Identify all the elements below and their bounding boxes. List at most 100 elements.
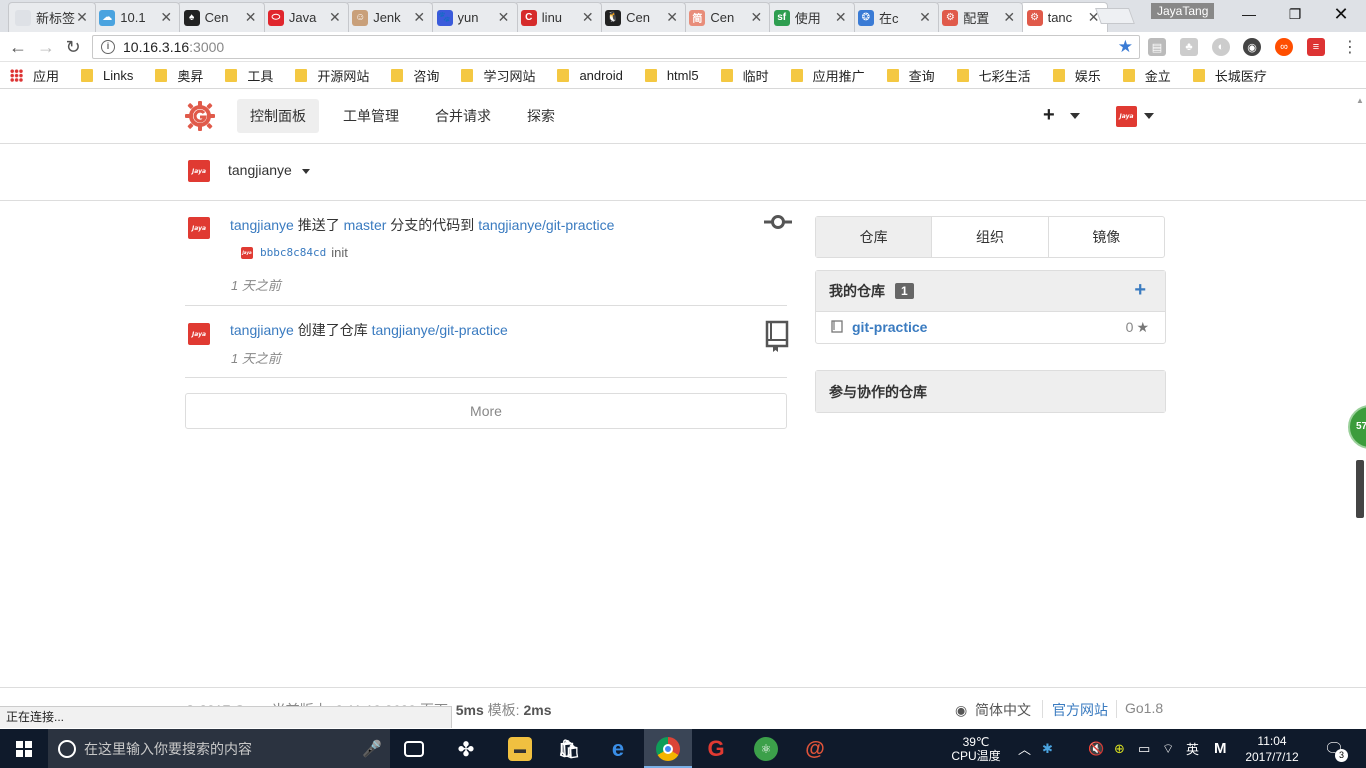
back-icon[interactable]: ← bbox=[8, 37, 28, 57]
tab-close-icon[interactable]: ✕ bbox=[581, 9, 595, 26]
tab-close-icon[interactable]: ✕ bbox=[75, 9, 89, 26]
browser-tab[interactable]: ♠ Cen ✕ bbox=[176, 2, 265, 32]
feed-user-link[interactable]: tangjianye bbox=[230, 217, 294, 233]
site-info-icon[interactable]: i bbox=[101, 40, 115, 54]
extension-eye-icon[interactable]: ◉ bbox=[1243, 38, 1261, 56]
language-selector[interactable]: ◉ 简体中文 bbox=[955, 700, 1031, 720]
nav-dashboard[interactable]: 控制面板 bbox=[237, 99, 319, 133]
tray-plus-icon[interactable]: ⊕ bbox=[1114, 729, 1125, 768]
commit-hash-link[interactable]: bbbc8c84cd bbox=[260, 246, 326, 259]
battery-icon[interactable]: ▭ bbox=[1138, 729, 1150, 768]
gogs-logo-icon[interactable] bbox=[185, 101, 215, 131]
browser-tab[interactable]: ❂ 在c ✕ bbox=[851, 2, 939, 32]
profile-name[interactable]: JayaTang bbox=[1151, 3, 1215, 19]
browser-tab[interactable]: ☺ Jenk ✕ bbox=[345, 2, 434, 32]
browser-tab[interactable]: 新标签页✕ bbox=[8, 2, 96, 32]
minimize-icon[interactable]: — bbox=[1226, 0, 1272, 28]
tab-close-icon[interactable]: ✕ bbox=[412, 9, 426, 26]
tab-mirrors[interactable]: 镜像 bbox=[1047, 217, 1164, 257]
feed-repo-link[interactable]: tangjianye/git-practice bbox=[372, 322, 508, 338]
user-avatar[interactable]: Jaya bbox=[1116, 106, 1137, 127]
official-site-link[interactable]: 官方网站 bbox=[1052, 700, 1108, 720]
browser-tab[interactable]: 🐧 Cen ✕ bbox=[598, 2, 687, 32]
forward-icon[interactable]: → bbox=[36, 37, 56, 57]
ime-indicator[interactable]: 英 bbox=[1186, 729, 1199, 768]
bookmark-folder[interactable]: 查询 bbox=[886, 66, 935, 85]
extension-todo-icon[interactable]: ≡ bbox=[1307, 38, 1325, 56]
feed-branch-link[interactable]: master bbox=[344, 217, 387, 233]
tab-close-icon[interactable]: ✕ bbox=[918, 9, 932, 26]
tab-close-icon[interactable]: ✕ bbox=[497, 9, 511, 26]
task-view-icon[interactable] bbox=[404, 741, 424, 757]
bookmark-folder[interactable]: 长城医疗 bbox=[1192, 66, 1267, 85]
snail-app-icon[interactable]: @ bbox=[803, 737, 827, 761]
browser-tab[interactable]: 简 Cen ✕ bbox=[682, 2, 771, 32]
context-switcher[interactable]: tangjianye bbox=[228, 162, 310, 178]
close-window-icon[interactable]: ✕ bbox=[1318, 0, 1364, 28]
browser-tab[interactable]: ⚙ 配置 ✕ bbox=[935, 2, 1024, 32]
tab-close-icon[interactable]: ✕ bbox=[834, 9, 848, 26]
ime-mode-icon[interactable]: M bbox=[1214, 729, 1227, 768]
nav-explore[interactable]: 探索 bbox=[514, 99, 568, 133]
store-icon[interactable]: 🛍 bbox=[557, 737, 581, 761]
extension-tree-icon[interactable]: ♣ bbox=[1180, 38, 1198, 56]
bookmark-folder[interactable]: 开源网站 bbox=[295, 66, 369, 85]
create-caret-icon[interactable] bbox=[1070, 113, 1080, 119]
extension-circle-icon[interactable]: ◐ bbox=[1212, 38, 1230, 56]
bookmark-folder[interactable]: android bbox=[557, 68, 623, 83]
tab-close-icon[interactable]: ✕ bbox=[244, 9, 258, 26]
bookmark-folder[interactable]: 学习网站 bbox=[461, 66, 535, 85]
add-repo-plus-icon[interactable]: + bbox=[1134, 279, 1146, 302]
browser-tab[interactable]: 🐾 yun ✕ bbox=[429, 2, 518, 32]
bookmark-folder[interactable]: 工具 bbox=[225, 66, 273, 85]
tab-close-icon[interactable]: ✕ bbox=[1002, 9, 1016, 26]
browser-tab[interactable]: Clinu ✕ bbox=[513, 2, 602, 32]
new-tab-button[interactable] bbox=[1095, 8, 1135, 24]
file-explorer-icon[interactable]: ▬ bbox=[508, 737, 532, 761]
address-bar[interactable]: i 10.16.3.16:3000 ★ bbox=[92, 35, 1140, 59]
bookmark-folder[interactable]: html5 bbox=[644, 68, 699, 83]
bookmark-folder[interactable]: 应用推广 bbox=[790, 66, 865, 85]
bookmark-folder[interactable]: 金立 bbox=[1122, 66, 1171, 85]
tab-close-icon[interactable]: ✕ bbox=[159, 9, 173, 26]
extension-infinity-icon[interactable]: ∞ bbox=[1275, 38, 1293, 56]
chrome-icon[interactable] bbox=[656, 737, 680, 761]
repo-link[interactable]: git-practice bbox=[852, 319, 1126, 335]
bookmark-folder[interactable]: 临时 bbox=[720, 66, 769, 85]
browser-tab[interactable]: ⬭ Java ✕ bbox=[260, 2, 349, 32]
bookmark-folder[interactable]: 娱乐 bbox=[1052, 66, 1101, 85]
reload-icon[interactable]: ↻ bbox=[63, 37, 83, 57]
tray-app-icon[interactable]: ✱ bbox=[1042, 729, 1053, 768]
user-menu-caret-icon[interactable] bbox=[1144, 113, 1154, 119]
bookmark-folder[interactable]: 奥昇 bbox=[155, 66, 203, 85]
reader-icon[interactable]: ▤ bbox=[1148, 38, 1166, 56]
pinwheel-app-icon[interactable]: ✤ bbox=[454, 737, 478, 761]
feed-user-link[interactable]: tangjianye bbox=[230, 322, 294, 338]
gogs-app-icon[interactable]: G bbox=[704, 736, 728, 761]
tab-close-icon[interactable]: ✕ bbox=[328, 9, 342, 26]
tab-close-icon[interactable]: ✕ bbox=[665, 9, 679, 26]
bookmark-folder[interactable]: 七彩生活 bbox=[956, 66, 1031, 85]
browser-tab[interactable]: sf 使用 ✕ bbox=[766, 2, 855, 32]
feed-repo-link[interactable]: tangjianye/git-practice bbox=[478, 217, 614, 233]
scroll-up-icon[interactable]: ▲ bbox=[1356, 96, 1366, 106]
tab-repositories[interactable]: 仓库 bbox=[816, 217, 932, 257]
create-new-button[interactable]: + bbox=[1043, 104, 1055, 127]
bookmark-apps[interactable]: 应用 bbox=[10, 66, 59, 85]
tab-organizations[interactable]: 组织 bbox=[931, 217, 1047, 257]
menu-kebab-icon[interactable]: ⋮ bbox=[1340, 37, 1360, 57]
nav-pull-requests[interactable]: 合并请求 bbox=[422, 99, 504, 133]
restore-icon[interactable]: ❐ bbox=[1272, 0, 1318, 28]
browser-tab[interactable]: ☁ 10.1 ✕ bbox=[92, 2, 181, 32]
start-button[interactable] bbox=[0, 729, 48, 768]
edge-icon[interactable]: e bbox=[606, 736, 630, 761]
tab-close-icon[interactable]: ✕ bbox=[749, 9, 763, 26]
clock[interactable]: 11:04 2017/7/12 bbox=[1245, 729, 1298, 768]
scrollbar-thumb[interactable] bbox=[1356, 460, 1364, 518]
bookmark-folder[interactable]: Links bbox=[81, 68, 133, 83]
more-button[interactable]: More bbox=[185, 393, 787, 429]
bookmark-folder[interactable]: 咨询 bbox=[391, 66, 439, 85]
tray-chevron-icon[interactable]: ︿ bbox=[1018, 729, 1031, 768]
nav-issues[interactable]: 工单管理 bbox=[330, 99, 412, 133]
wifi-icon[interactable]: ⌔ bbox=[1162, 729, 1174, 768]
